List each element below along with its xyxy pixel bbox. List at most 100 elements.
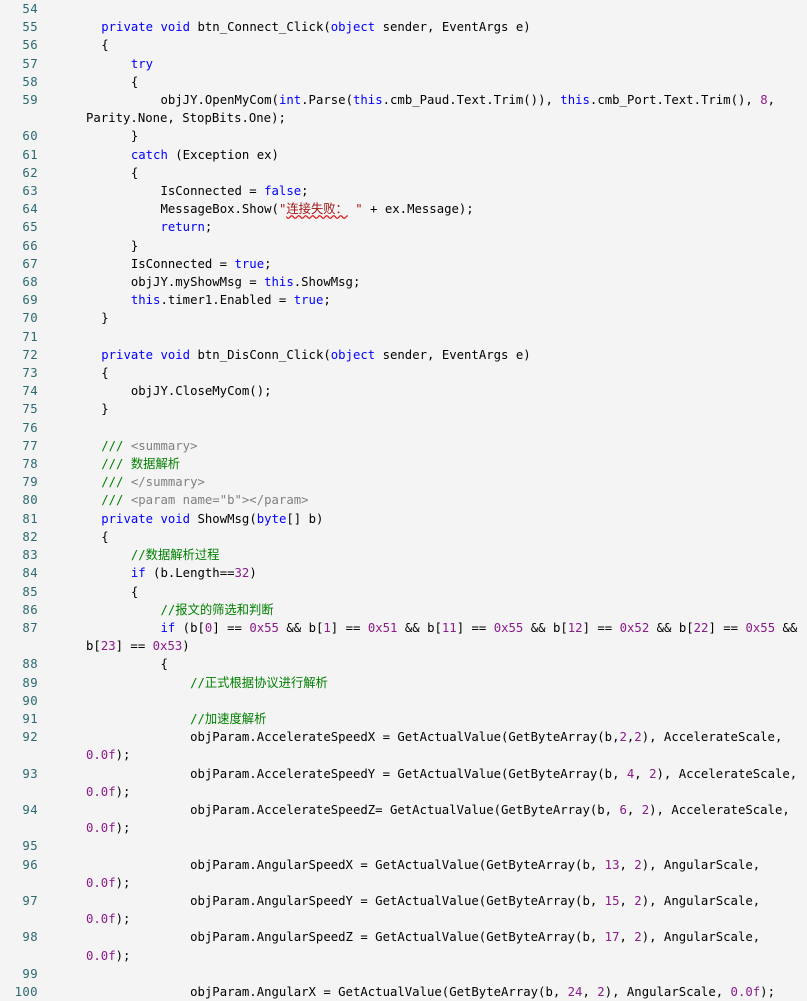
code-text[interactable]: /// <summary>: [40, 437, 807, 455]
code-line[interactable]: 88 {: [0, 655, 807, 673]
code-text[interactable]: [40, 0, 807, 18]
line-number: 83: [22, 548, 38, 563]
code-line[interactable]: 81 private void ShowMsg(byte[] b): [0, 510, 807, 528]
code-text[interactable]: //加速度解析: [40, 710, 807, 728]
code-line[interactable]: 62 {: [0, 164, 807, 182]
code-text[interactable]: objParam.AccelerateSpeedY = GetActualVal…: [40, 765, 807, 801]
code-line[interactable]: 70 }: [0, 309, 807, 327]
code-line[interactable]: 55 private void btn_Connect_Click(object…: [0, 18, 807, 36]
code-line[interactable]: 76: [0, 419, 807, 437]
code-text[interactable]: if (b.Length==32): [40, 564, 807, 582]
code-text[interactable]: [40, 837, 807, 855]
code-line[interactable]: 90: [0, 692, 807, 710]
code-line[interactable]: 100 objParam.AngularX = GetActualValue(G…: [0, 983, 807, 1001]
code-line[interactable]: 75 }: [0, 400, 807, 418]
code-line[interactable]: 57 try: [0, 55, 807, 73]
code-line[interactable]: 65 return;: [0, 218, 807, 236]
code-line[interactable]: 60 }: [0, 127, 807, 145]
code-line[interactable]: 78 /// 数据解析: [0, 455, 807, 473]
code-text[interactable]: catch (Exception ex): [40, 146, 807, 164]
code-text[interactable]: objJY.OpenMyCom(int.Parse(this.cmb_Paud.…: [40, 91, 807, 127]
code-text[interactable]: objParam.AccelerateSpeedX = GetActualVal…: [40, 728, 807, 764]
code-line[interactable]: 92 objParam.AccelerateSpeedX = GetActual…: [0, 728, 807, 764]
code-line[interactable]: 71: [0, 328, 807, 346]
code-line[interactable]: 94 objParam.AccelerateSpeedZ= GetActualV…: [0, 801, 807, 837]
code-text[interactable]: [40, 965, 807, 983]
code-line[interactable]: 68 objJY.myShowMsg = this.ShowMsg;: [0, 273, 807, 291]
code-token: }: [42, 311, 109, 326]
code-text[interactable]: //正式根据协议进行解析: [40, 674, 807, 692]
code-text[interactable]: objParam.AngularX = GetActualValue(GetBy…: [40, 983, 807, 1001]
code-line[interactable]: 73 {: [0, 364, 807, 382]
code-text[interactable]: }: [40, 309, 807, 327]
code-line[interactable]: 56 {: [0, 36, 807, 54]
code-text[interactable]: return;: [40, 218, 807, 236]
code-text[interactable]: IsConnected = true;: [40, 255, 807, 273]
code-line[interactable]: 99: [0, 965, 807, 983]
code-text[interactable]: objParam.AngularSpeedZ = GetActualValue(…: [40, 928, 807, 964]
code-text[interactable]: this.timer1.Enabled = true;: [40, 291, 807, 309]
code-line[interactable]: 89 //正式根据协议进行解析: [0, 674, 807, 692]
code-line[interactable]: 97 objParam.AngularSpeedY = GetActualVal…: [0, 892, 807, 928]
code-text[interactable]: {: [40, 364, 807, 382]
code-text[interactable]: {: [40, 655, 807, 673]
code-text[interactable]: {: [40, 583, 807, 601]
code-text[interactable]: if (b[0] == 0x55 && b[1] == 0x51 && b[11…: [40, 619, 807, 655]
code-text[interactable]: {: [40, 73, 807, 91]
code-token: 0.0f: [86, 821, 116, 836]
code-text[interactable]: }: [40, 127, 807, 145]
code-line[interactable]: 87 if (b[0] == 0x55 && b[1] == 0x51 && b…: [0, 619, 807, 655]
code-line[interactable]: 77 /// <summary>: [0, 437, 807, 455]
code-text[interactable]: private void ShowMsg(byte[] b): [40, 510, 807, 528]
code-text[interactable]: [40, 692, 807, 710]
code-line[interactable]: 80 /// <param name="b"></param>: [0, 491, 807, 509]
code-line[interactable]: 67 IsConnected = true;: [0, 255, 807, 273]
code-line[interactable]: 86 //报文的筛选和判断: [0, 601, 807, 619]
code-line[interactable]: 66 }: [0, 237, 807, 255]
code-line[interactable]: 72 private void btn_DisConn_Click(object…: [0, 346, 807, 364]
code-text[interactable]: MessageBox.Show("连接失败： " + ex.Message);: [40, 200, 807, 218]
code-line[interactable]: 59 objJY.OpenMyCom(int.Parse(this.cmb_Pa…: [0, 91, 807, 127]
code-text[interactable]: objParam.AccelerateSpeedZ= GetActualValu…: [40, 801, 807, 837]
code-text[interactable]: {: [40, 528, 807, 546]
code-text[interactable]: objJY.CloseMyCom();: [40, 382, 807, 400]
code-line[interactable]: 95: [0, 837, 807, 855]
code-line[interactable]: 61 catch (Exception ex): [0, 146, 807, 164]
code-line[interactable]: 84 if (b.Length==32): [0, 564, 807, 582]
code-text[interactable]: //数据解析过程: [40, 546, 807, 564]
code-text[interactable]: /// 数据解析: [40, 455, 807, 473]
code-line[interactable]: 98 objParam.AngularSpeedZ = GetActualVal…: [0, 928, 807, 964]
code-text[interactable]: }: [40, 400, 807, 418]
code-text[interactable]: IsConnected = false;: [40, 182, 807, 200]
code-line[interactable]: 83 //数据解析过程: [0, 546, 807, 564]
code-line[interactable]: 64 MessageBox.Show("连接失败： " + ex.Message…: [0, 200, 807, 218]
code-token: ///: [101, 438, 124, 453]
code-text[interactable]: objParam.AngularSpeedY = GetActualValue(…: [40, 892, 807, 928]
code-text[interactable]: {: [40, 164, 807, 182]
code-text[interactable]: /// <param name="b"></param>: [40, 491, 807, 509]
code-line[interactable]: 58 {: [0, 73, 807, 91]
code-text[interactable]: //报文的筛选和判断: [40, 601, 807, 619]
code-text[interactable]: private void btn_Connect_Click(object se…: [40, 18, 807, 36]
code-text[interactable]: [40, 419, 807, 437]
code-line[interactable]: 54: [0, 0, 807, 18]
code-line[interactable]: 85 {: [0, 583, 807, 601]
code-line[interactable]: 82 {: [0, 528, 807, 546]
code-text[interactable]: }: [40, 237, 807, 255]
code-line[interactable]: 91 //加速度解析: [0, 710, 807, 728]
code-text[interactable]: /// </summary>: [40, 473, 807, 491]
code-line[interactable]: 93 objParam.AccelerateSpeedY = GetActual…: [0, 765, 807, 801]
code-line[interactable]: 69 this.timer1.Enabled = true;: [0, 291, 807, 309]
code-text[interactable]: objJY.myShowMsg = this.ShowMsg;: [40, 273, 807, 291]
code-text[interactable]: [40, 328, 807, 346]
code-line[interactable]: 74 objJY.CloseMyCom();: [0, 382, 807, 400]
code-line[interactable]: 63 IsConnected = false;: [0, 182, 807, 200]
code-listing[interactable]: 54 55 private void btn_Connect_Click(obj…: [0, 0, 807, 999]
code-token: ] ==: [456, 620, 494, 635]
code-text[interactable]: {: [40, 36, 807, 54]
code-text[interactable]: private void btn_DisConn_Click(object se…: [40, 346, 807, 364]
code-text[interactable]: objParam.AngularSpeedX = GetActualValue(…: [40, 856, 807, 892]
code-line[interactable]: 79 /// </summary>: [0, 473, 807, 491]
code-line[interactable]: 96 objParam.AngularSpeedX = GetActualVal…: [0, 856, 807, 892]
code-text[interactable]: try: [40, 55, 807, 73]
